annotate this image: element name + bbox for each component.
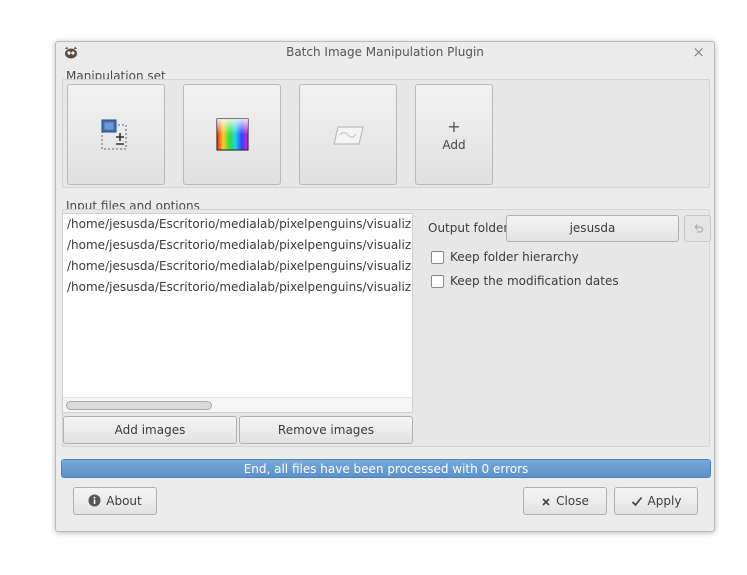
about-button[interactable]: About: [73, 487, 157, 515]
output-folder-chooser[interactable]: jesusda: [506, 215, 679, 242]
add-manipulation-button[interactable]: + Add: [415, 84, 493, 185]
reset-folder-button[interactable]: [684, 215, 711, 242]
keep-hierarchy-label[interactable]: Keep folder hierarchy: [450, 250, 579, 264]
file-list-item[interactable]: /home/jesusda/Escritorio/medialab/pixelp…: [63, 214, 412, 235]
scrollbar-thumb[interactable]: [66, 401, 212, 410]
window-title: Batch Image Manipulation Plugin: [286, 45, 484, 59]
check-icon: [631, 490, 643, 516]
keep-dates-label[interactable]: Keep the modification dates: [450, 274, 619, 288]
add-manipulation-label: Add: [442, 138, 466, 152]
undo-icon: [692, 221, 704, 235]
manipulation-resize-button[interactable]: [67, 84, 165, 185]
apply-button[interactable]: Apply: [614, 487, 698, 515]
remove-images-button[interactable]: Remove images: [239, 416, 413, 444]
input-file-list[interactable]: /home/jesusda/Escritorio/medialab/pixelp…: [62, 213, 413, 413]
info-icon: [88, 490, 101, 516]
close-label: Close: [556, 494, 589, 508]
horizontal-scrollbar[interactable]: [63, 397, 412, 412]
keep-hierarchy-checkbox[interactable]: [431, 251, 444, 264]
color-correction-icon: [216, 118, 250, 152]
about-label: About: [106, 494, 142, 508]
keep-dates-checkbox[interactable]: [431, 275, 444, 288]
manipulation-perspective-button[interactable]: [299, 84, 397, 185]
file-list-item[interactable]: /home/jesusda/Escritorio/medialab/pixelp…: [63, 277, 412, 298]
file-list-item[interactable]: /home/jesusda/Escritorio/medialab/pixelp…: [63, 256, 412, 277]
plus-icon: +: [447, 117, 461, 136]
bimp-dialog: Batch Image Manipulation Plugin × Manipu…: [55, 41, 715, 532]
file-list-item[interactable]: /home/jesusda/Escritorio/medialab/pixelp…: [63, 235, 412, 256]
resize-icon: [100, 118, 134, 152]
title-bar[interactable]: Batch Image Manipulation Plugin ×: [56, 42, 714, 64]
output-folder-label: Output folder: [428, 221, 509, 235]
status-message: End, all files have been processed with …: [243, 462, 529, 476]
close-button[interactable]: Close: [523, 487, 607, 515]
window-close-icon[interactable]: ×: [692, 43, 705, 61]
perspective-icon: [332, 118, 366, 152]
apply-label: Apply: [647, 494, 682, 508]
progress-bar: End, all files have been processed with …: [61, 459, 711, 478]
add-images-button[interactable]: Add images: [63, 416, 237, 444]
manipulation-color-button[interactable]: [183, 84, 281, 185]
close-icon: [541, 490, 551, 516]
